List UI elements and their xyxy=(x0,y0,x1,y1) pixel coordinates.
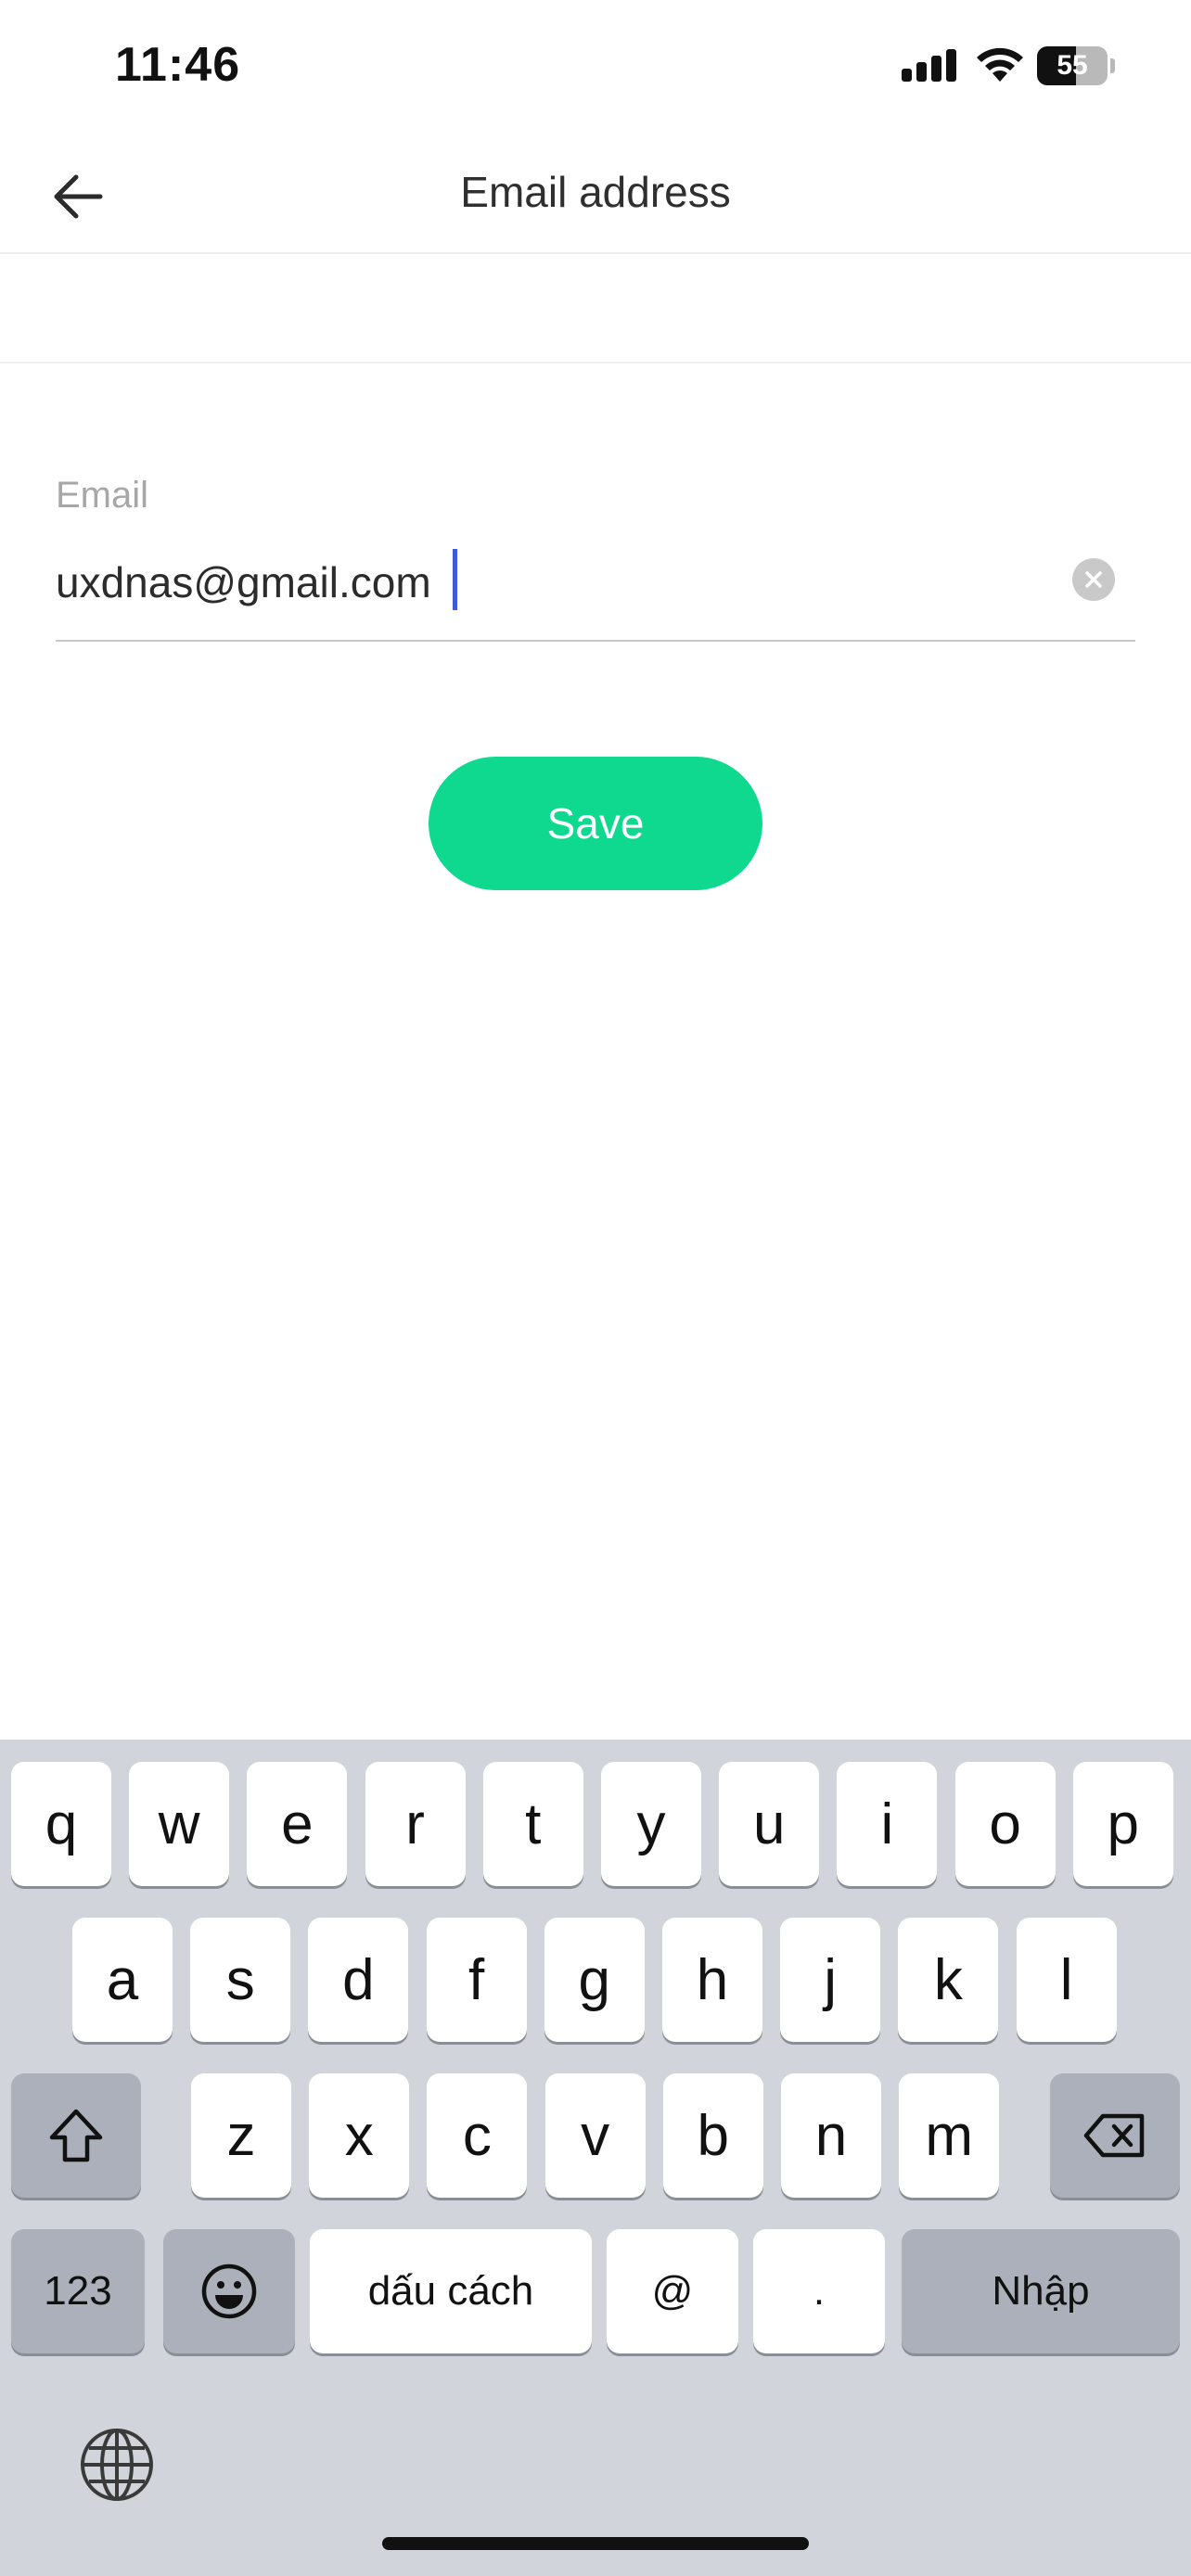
battery-icon: 55 xyxy=(1037,46,1115,85)
key-i-label: i xyxy=(880,1792,894,1856)
email-label: Email xyxy=(56,475,149,516)
key-z-label: z xyxy=(226,2103,256,2168)
status-bar: 11:46 55 xyxy=(0,0,1191,139)
key-q[interactable]: q xyxy=(11,1762,111,1886)
key-f-label: f xyxy=(467,1947,485,2012)
dot-key-label: . xyxy=(813,2268,826,2314)
emoji-key[interactable] xyxy=(163,2229,295,2353)
key-s-label: s xyxy=(225,1947,255,2012)
home-indicator xyxy=(382,2537,809,2550)
wifi-icon xyxy=(977,47,1023,82)
key-u-label: u xyxy=(752,1792,786,1856)
email-field xyxy=(56,545,1135,642)
key-r-label: r xyxy=(405,1792,425,1856)
key-o-label: o xyxy=(989,1792,1021,1856)
key-j[interactable]: j xyxy=(780,1918,881,2042)
key-m[interactable]: m xyxy=(899,2073,1000,2198)
shift-icon xyxy=(49,2109,103,2162)
key-k-label: k xyxy=(933,1947,963,2012)
key-t[interactable]: t xyxy=(482,1762,583,1886)
key-d[interactable]: d xyxy=(308,1918,409,2042)
space-key-label: dấu cách xyxy=(367,2268,534,2314)
key-m-label: m xyxy=(925,2103,974,2168)
clear-circle-icon xyxy=(1085,571,1102,588)
emoji-icon xyxy=(201,2264,257,2319)
key-l-label: l xyxy=(1059,1947,1073,2012)
key-x[interactable]: x xyxy=(309,2073,410,2198)
key-g-label: g xyxy=(578,1947,611,2012)
battery-level: 55 xyxy=(1057,50,1088,81)
key-s[interactable]: s xyxy=(190,1918,291,2042)
key-f[interactable]: f xyxy=(426,1918,527,2042)
cellular-signal-icon xyxy=(902,49,956,82)
key-v[interactable]: v xyxy=(544,2073,646,2198)
save-button[interactable]: Save xyxy=(429,757,762,890)
backspace-icon xyxy=(1083,2113,1145,2158)
key-u[interactable]: u xyxy=(719,1762,820,1886)
key-c[interactable]: c xyxy=(427,2073,528,2198)
key-n-label: n xyxy=(814,2103,848,2168)
at-key[interactable]: @ xyxy=(607,2229,738,2353)
screen: 11:46 55 Email address Email uxdnas@gmai… xyxy=(0,0,1191,2576)
page-title: Email address xyxy=(460,168,731,216)
clear-input-button[interactable] xyxy=(1072,558,1115,601)
key-a[interactable]: a xyxy=(72,1918,173,2042)
key-c-label: c xyxy=(462,2103,492,2168)
key-t-label: t xyxy=(525,1792,542,1856)
key-n[interactable]: n xyxy=(781,2073,881,2198)
key-h[interactable]: h xyxy=(662,1918,762,2042)
key-j-label: j xyxy=(824,1947,838,2012)
key-e-label: e xyxy=(281,1792,314,1856)
key-q-label: q xyxy=(45,1792,78,1856)
key-r[interactable]: r xyxy=(365,1762,466,1886)
key-z[interactable]: z xyxy=(191,2073,291,2198)
key-p-label: p xyxy=(1107,1792,1140,1856)
key-b-label: b xyxy=(697,2103,730,2168)
key-p[interactable]: p xyxy=(1072,1762,1173,1886)
globe-icon[interactable] xyxy=(78,2426,156,2504)
return-key-label: Nhập xyxy=(992,2268,1090,2314)
key-l[interactable]: l xyxy=(1016,1918,1117,2042)
key-a-label: a xyxy=(106,1947,139,2012)
key-w[interactable]: w xyxy=(129,1762,230,1886)
email-input[interactable] xyxy=(56,545,1039,619)
key-w-label: w xyxy=(158,1792,200,1856)
backspace-key[interactable] xyxy=(1050,2073,1180,2198)
space-key[interactable]: dấu cách xyxy=(310,2229,592,2353)
numbers-key[interactable]: 123 xyxy=(11,2229,145,2353)
divider xyxy=(0,362,1191,363)
header: Email address xyxy=(0,139,1191,254)
key-y[interactable]: y xyxy=(601,1762,701,1886)
key-b[interactable]: b xyxy=(662,2073,763,2198)
numbers-key-label: 123 xyxy=(44,2268,112,2314)
return-key[interactable]: Nhập xyxy=(902,2229,1180,2353)
key-d-label: d xyxy=(342,1947,375,2012)
key-g[interactable]: g xyxy=(544,1918,645,2042)
at-key-label: @ xyxy=(651,2268,694,2314)
key-h-label: h xyxy=(696,1947,729,2012)
text-caret xyxy=(453,549,457,610)
status-time: 11:46 xyxy=(115,38,241,92)
key-k[interactable]: k xyxy=(898,1918,999,2042)
key-x-label: x xyxy=(344,2103,374,2168)
key-o[interactable]: o xyxy=(954,1762,1056,1886)
key-i[interactable]: i xyxy=(837,1762,938,1886)
key-e[interactable]: e xyxy=(247,1762,348,1886)
shift-key[interactable] xyxy=(11,2073,141,2198)
key-y-label: y xyxy=(636,1792,666,1856)
dot-key[interactable]: . xyxy=(753,2229,885,2353)
key-v-label: v xyxy=(581,2103,610,2168)
